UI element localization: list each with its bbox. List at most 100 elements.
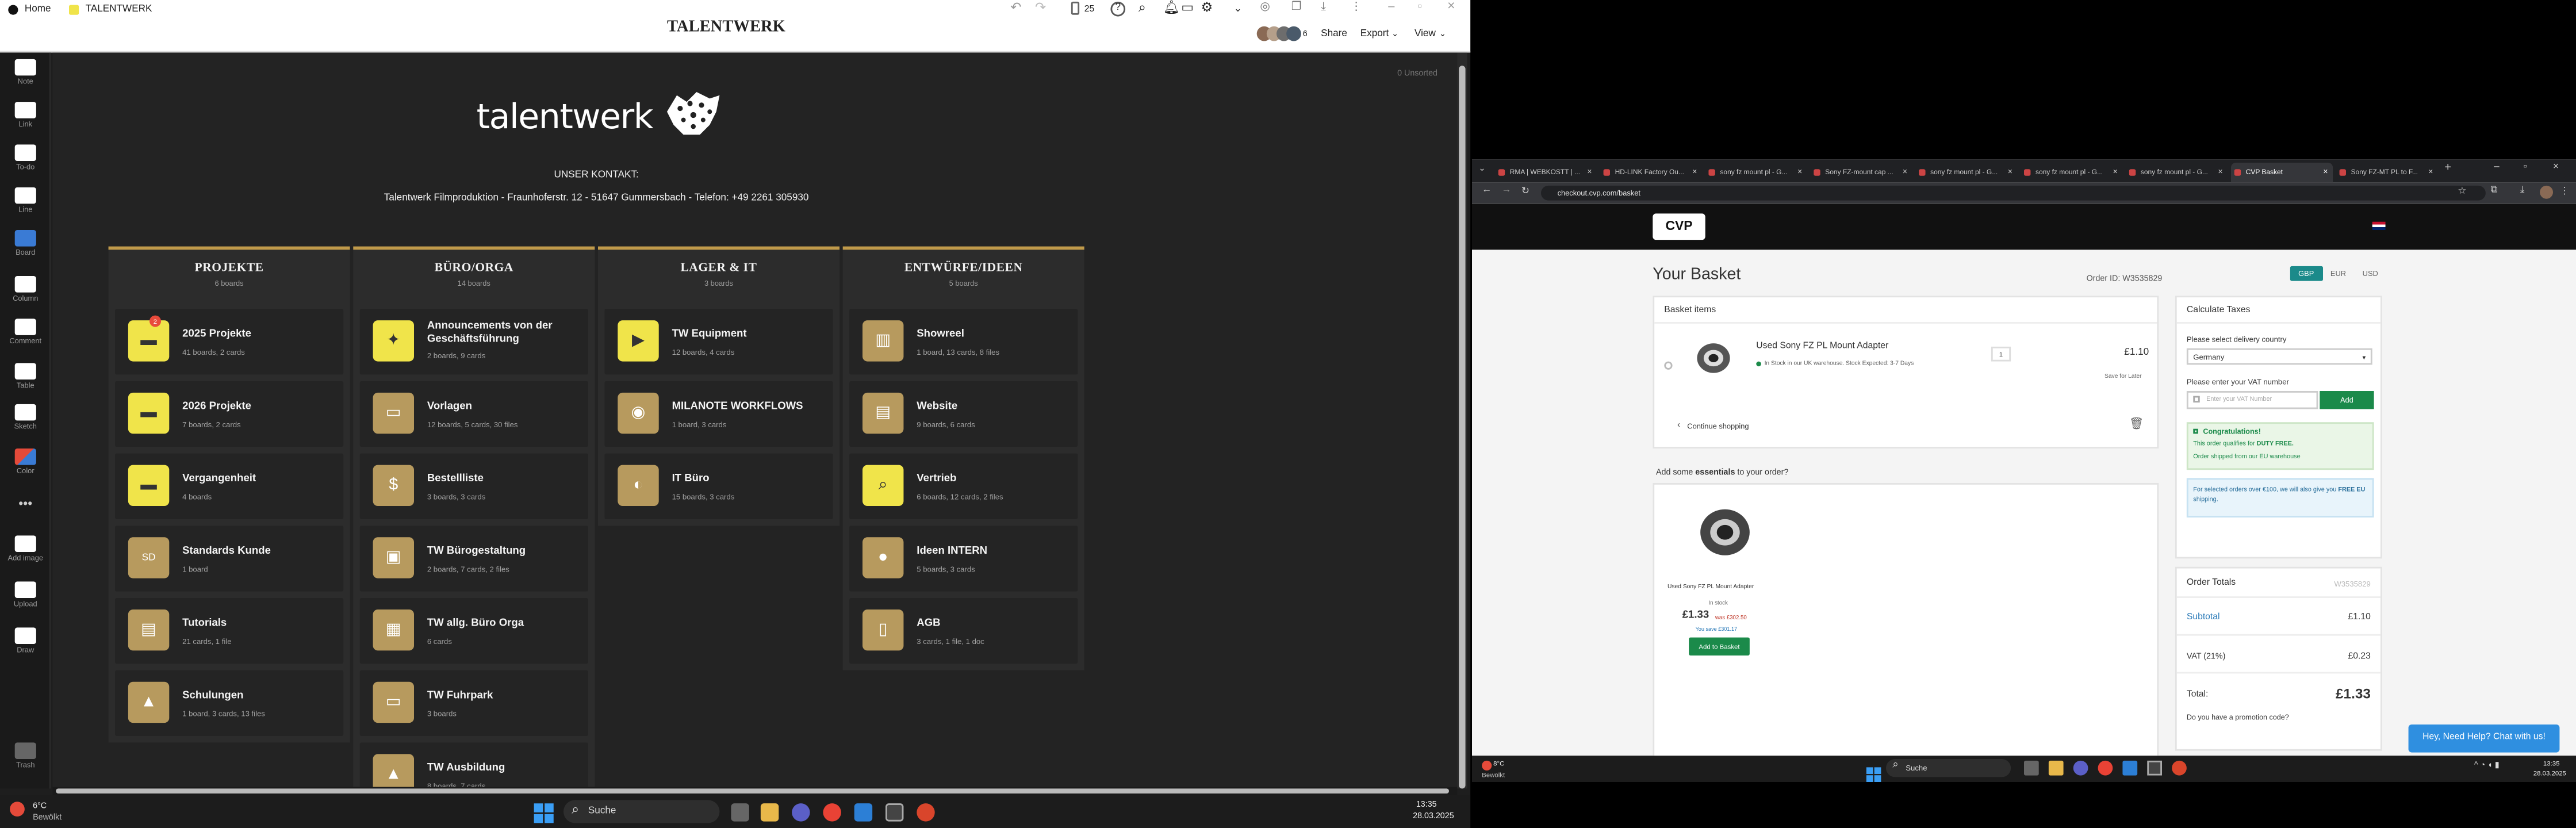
tab-close-icon[interactable]: × [2428,163,2433,182]
vat-add-button[interactable]: Add [2320,391,2374,409]
taskbar-search[interactable]: ⌕ Suche [564,800,720,823]
uk-flag-icon[interactable] [2372,221,2386,230]
weather-desc[interactable]: Bewölkt [33,813,62,823]
board-canvas[interactable]: 0 Unsorted talentwerk UNSER KONTAKT: Tal… [52,52,1458,815]
phone-icon[interactable] [1071,1,1080,15]
tool-note[interactable]: Note [5,59,46,86]
scrollbar-thumb[interactable] [56,788,1450,793]
app-icon[interactable] [854,803,873,822]
clock-time[interactable]: 13:35 [2543,759,2560,767]
tool-trash[interactable]: Trash [5,742,46,769]
tab-close-icon[interactable]: × [1692,163,1697,182]
vertical-scrollbar[interactable] [1457,52,1467,789]
file-explorer-icon[interactable] [760,803,779,822]
board-card[interactable]: ▭ TW Fuhrpark 3 boards [359,670,588,736]
tool-add-image[interactable]: Add image [5,535,46,562]
chevron-down-icon[interactable]: ⌄ [1234,3,1242,17]
tab-close-icon[interactable]: × [1587,163,1592,182]
browser-tab[interactable]: Sony FZ-mount cap ... × [1811,163,1912,182]
visibility-icon[interactable]: ◎ [1260,2,1270,15]
board-card[interactable]: ◐ IT Büro 15 boards, 3 cards [604,453,833,519]
chrome-icon[interactable] [823,803,841,822]
board-card[interactable]: ▭ Vorlagen 12 boards, 5 cards, 30 files [359,381,588,447]
more-tools-icon[interactable]: ••• [5,496,46,511]
board-card[interactable]: ● Ideen INTERN 5 boards, 3 cards [849,526,1078,592]
tool-upload[interactable]: Upload [5,581,46,608]
rec-product-name[interactable]: Used Sony FZ PL Mount Adapter [1667,583,1754,589]
currency-eur[interactable]: EUR [2322,266,2355,281]
app2-icon[interactable] [2172,760,2187,776]
tab-close-icon[interactable]: × [2008,163,2012,182]
home-link[interactable]: Home [25,3,51,17]
windows-start-icon[interactable] [1866,761,1881,782]
board-card[interactable]: SD Standards Kunde 1 board [115,526,344,592]
tool-line[interactable]: Line [5,187,46,213]
view-button[interactable]: View [1414,28,1436,41]
cvp-logo[interactable]: CVP [1653,213,1705,240]
tool-to-do[interactable]: To-do [5,144,46,171]
url-field[interactable]: checkout.cvp.com/basket [1541,185,2486,201]
browser-tab[interactable]: CVP Basket × [2231,162,2333,183]
vat-input[interactable]: Enter your VAT Number [2186,391,2318,409]
back-icon[interactable]: ← [1482,186,1492,195]
quantity-stepper[interactable]: 1 [1991,346,2011,362]
scrollbar-thumb[interactable] [1459,66,1466,789]
vat-checkbox[interactable] [2193,396,2200,402]
app2-icon[interactable] [917,803,935,822]
settings-icon[interactable]: ⚙ [1201,1,1213,15]
column-lager-it[interactable]: LAGER & IT 3 boards ▶ TW Equipment 12 boards… [598,246,839,526]
board-card[interactable]: ◉ MILANOTE WORKFLOWS 1 board, 3 cards [604,381,833,447]
teams-icon[interactable] [792,803,810,822]
chat-button[interactable]: Hey, Need Help? Chat with us! [2408,724,2560,753]
bookmark-star-icon[interactable]: ☆ [2458,186,2466,197]
board-card[interactable]: $ Bestellliste 3 boards, 3 cards [359,453,588,519]
trash-icon[interactable]: 🗑︎ [2129,417,2144,431]
board-card[interactable]: ▶ TW Equipment 12 boards, 4 cards [604,309,833,375]
board-card[interactable]: ▤ Tutorials 21 cards, 1 file [115,598,344,664]
board-card[interactable]: ▬ 2026 Projekte 7 boards, 2 cards [115,381,344,447]
tool-comment[interactable]: Comment [5,319,46,345]
column-projekte[interactable]: PROJEKTE 6 boards ▬ 2 2025 Projekte 41 boards… [108,246,350,743]
browser-tab[interactable]: sony fz mount pl - G... × [2021,163,2122,182]
new-tab-icon[interactable]: + [2444,163,2451,174]
tool-sketch[interactable]: Sketch [5,404,46,431]
bell-icon[interactable]: 🔔︎ [1163,1,1180,15]
browser-tab[interactable]: Sony FZ-MT PL to F... × [2336,163,2438,182]
window-maximize-icon[interactable]: ▫ [2524,163,2527,172]
redo-icon[interactable]: ↷ [1035,1,1046,15]
share-button[interactable]: Share [1321,28,1347,41]
chrome-icon[interactable] [2098,760,2113,776]
camera-app-icon[interactable] [2147,760,2162,776]
clock-date[interactable]: 28.03.2025 [1413,811,1454,821]
camera-app-icon[interactable] [885,803,904,822]
board-card[interactable]: ▲ Schulungen 1 board, 3 cards, 13 files [115,670,344,736]
tab-close-icon[interactable]: × [2113,163,2118,182]
tool-column[interactable]: Column [5,276,46,302]
breadcrumb-board[interactable]: TALENTWERK [86,3,152,17]
promo-link[interactable]: Do you have a promotion code? [2187,713,2289,721]
country-select[interactable]: Germany ▾ [2186,348,2372,365]
milanote-logo-icon[interactable] [8,5,18,15]
tool-color[interactable]: Color [5,448,46,475]
download-icon[interactable]: ⤓ [2520,186,2525,197]
tab-search-icon[interactable]: ⌄ [1478,164,1485,174]
clock-date[interactable]: 28.03.2025 [2533,769,2566,777]
tab-close-icon[interactable]: × [1797,163,1802,182]
windows-start-icon[interactable] [534,802,554,823]
weather-temp[interactable]: 6°C [33,802,47,811]
board-card[interactable]: ▦ TW allg. Büro Orga 6 cards [359,598,588,664]
tray-icons[interactable]: ^ ◔ ◖ ▮ [2474,761,2500,770]
browser-tab[interactable]: sony fz mount pl - G... × [1915,163,2017,182]
browser-tab[interactable]: RMA | WEBKOSTT | ... × [1495,163,1597,182]
help-icon[interactable]: ? [1110,1,1126,17]
task-view-icon[interactable] [731,803,749,822]
tab-close-icon[interactable]: × [1903,163,1907,182]
tool-draw[interactable]: Draw [5,627,46,654]
currency-gbp[interactable]: GBP [2290,266,2322,281]
board-card[interactable]: ▥ Showreel 1 board, 13 cards, 8 files [849,309,1078,375]
board-card[interactable]: ▬ Vergangenheit 4 boards [115,453,344,519]
browser-tab[interactable]: sony fz mount pl - G... × [1705,163,1807,182]
tab-close-icon[interactable]: × [2218,163,2222,182]
board-card[interactable]: ▣ TW Bürogestaltung 2 boards, 7 cards, 2 f… [359,526,588,592]
copy-icon[interactable]: ❐ [1291,2,1302,15]
